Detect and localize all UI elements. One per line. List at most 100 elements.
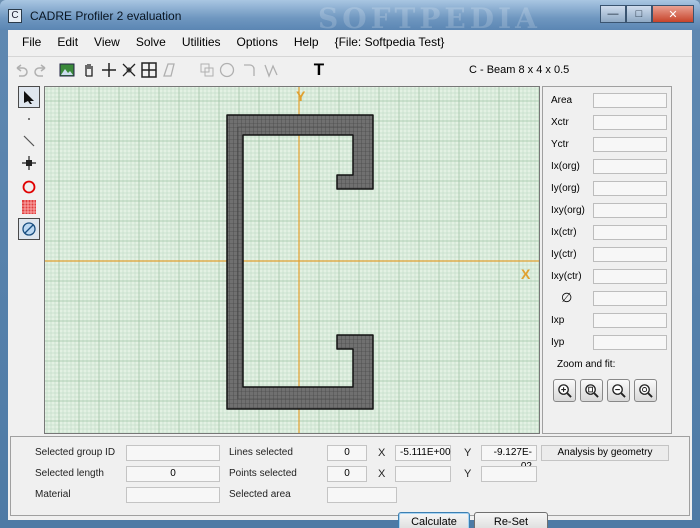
prop-ix-org-value [593,159,667,174]
toolbar: T C - Beam 8 x 4 x 0.5 [8,56,692,82]
zoom-label: Zoom and fit: [557,359,616,370]
void-tool-icon[interactable] [18,218,40,240]
select-cross-icon[interactable] [120,61,138,79]
zoom-in-button[interactable] [553,379,576,402]
x-coord-field: -5.111E+00 [395,445,451,461]
prop-ixp-value [593,313,667,328]
prop-yctr: Yctr [543,135,673,157]
zoom-window-button[interactable] [580,379,603,402]
undo-icon[interactable] [12,61,30,79]
minimize-button[interactable]: — [600,5,626,23]
section-name: C - Beam 8 x 4 x 0.5 [469,64,570,76]
app-window: C CADRE Profiler 2 evaluation SOFTPEDIA … [0,0,700,528]
selected-area-label: Selected area [229,489,291,500]
reset-button[interactable]: Re-Set [474,512,548,528]
x2-coord-label: X [378,468,386,480]
zoom-fit-button[interactable] [634,379,657,402]
prop-xctr: Xctr [543,113,673,135]
maximize-button[interactable]: □ [626,5,652,23]
zoom-out-button[interactable] [607,379,630,402]
prop-yctr-value [593,137,667,152]
prop-ix-org: Ix(org) [543,157,673,179]
x-coord-label: X [378,447,386,459]
prop-iy-org: Iy(org) [543,179,673,201]
prop-angle: ∅ [543,289,673,311]
polyline-icon[interactable] [262,61,280,79]
line-tool-icon[interactable] [18,130,40,152]
prop-iy-ctr: Iy(ctr) [543,245,673,267]
drawing-canvas[interactable]: Y X [44,86,540,434]
prop-iyp: Iyp [543,333,673,355]
selected-length-field: 0 [126,466,220,482]
pan-hand-icon[interactable] [80,61,98,79]
window-title: CADRE Profiler 2 evaluation [30,9,182,23]
points-selected-field: 0 [327,466,367,482]
y-coord-label: Y [464,447,472,459]
menu-file[interactable]: File [14,35,49,49]
phi-icon: ∅ [561,290,573,305]
menu-edit[interactable]: Edit [49,35,86,49]
status-panel: Selected group ID Selected length 0 Mate… [10,436,690,528]
material-field [126,487,220,503]
analysis-mode-field[interactable]: Analysis by geometry [541,445,669,461]
y-axis-label: Y [296,88,306,104]
point-tool-icon[interactable] [18,108,40,130]
prop-ix-ctr: Ix(ctr) [543,223,673,245]
prop-area: Area [543,91,673,113]
properties-panel: Area Xctr Yctr Ix(org) Iy(org) Ixy(org) … [542,86,672,434]
prop-ixy-ctr-value [593,269,667,284]
lines-selected-field: 0 [327,445,367,461]
calculate-button[interactable]: Calculate [398,512,470,528]
zoom-window-icon [585,384,599,398]
menu-options[interactable]: Options [229,35,286,49]
node-tool-icon[interactable] [18,152,40,174]
circle-hole-tool-icon[interactable] [18,176,40,198]
menu-view[interactable]: View [86,35,128,49]
y2-coord-field [481,466,537,482]
menu-solve[interactable]: Solve [128,35,174,49]
zoom-out-icon [612,384,626,398]
selected-group-id-field [126,445,220,461]
fillet-icon[interactable] [240,61,258,79]
circle-tool-icon[interactable] [218,61,236,79]
prop-ixy-ctr: Ixy(ctr) [543,267,673,289]
drawing-surface[interactable]: Y X [45,87,540,434]
prop-ixp: Ixp [543,311,673,333]
prop-angle-value [593,291,667,306]
lines-selected-label: Lines selected [229,447,293,458]
menu-utilities[interactable]: Utilities [174,35,229,49]
prop-iy-org-value [593,181,667,196]
current-file-label: {File: Softpedia Test} [334,35,445,49]
close-button[interactable]: ✕ [652,5,694,23]
zoom-in-icon [558,384,572,398]
pointer-tool-icon[interactable] [18,86,40,108]
text-tool-icon[interactable]: T [310,60,328,79]
title-bar[interactable]: C CADRE Profiler 2 evaluation SOFTPEDIA … [0,0,700,35]
prop-ixy-org: Ixy(org) [543,201,673,223]
points-selected-label: Points selected [229,468,297,479]
angle-icon[interactable] [160,61,178,79]
y-coord-field: -9.127E-02 [481,445,537,472]
grid-icon[interactable] [140,61,158,79]
selected-area-field [327,487,397,503]
selected-length-label: Selected length [35,468,104,479]
prop-ixy-org-value [593,203,667,218]
y2-coord-label: Y [464,468,472,480]
image-icon[interactable] [58,61,76,79]
client-area: File Edit View Solve Utilities Options H… [8,30,692,528]
menu-help[interactable]: Help [286,35,327,49]
app-icon: C [8,9,22,23]
prop-xctr-value [593,115,667,130]
x-axis-label: X [521,266,531,282]
crosshair-icon[interactable] [100,61,118,79]
selected-group-id-label: Selected group ID [35,447,116,458]
redo-icon[interactable] [32,61,50,79]
zoom-fit-icon [639,384,653,398]
hatch-tool-icon[interactable] [18,196,40,218]
prop-iyp-value [593,335,667,350]
prop-area-value [593,93,667,108]
x2-coord-field [395,466,451,482]
menu-bar: File Edit View Solve Utilities Options H… [8,30,692,54]
copy-icon[interactable] [198,61,216,79]
material-label: Material [35,489,71,500]
